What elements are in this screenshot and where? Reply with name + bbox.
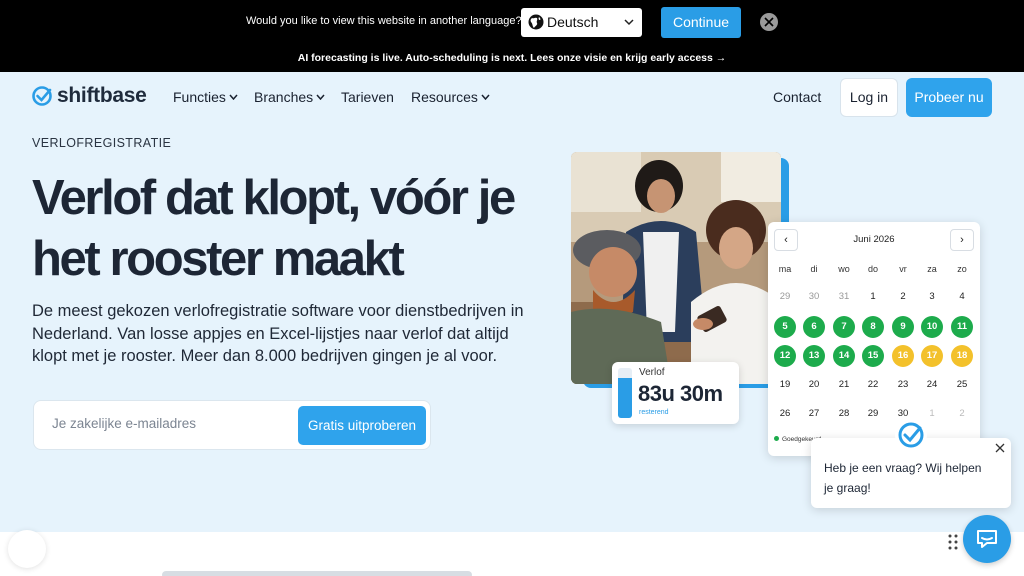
chat-icon [977, 530, 997, 548]
nav-resources[interactable]: Resources [411, 89, 490, 105]
hero-subtitle: De meest gekozen verlofregistratie softw… [32, 302, 524, 365]
leave-progress-fill [618, 378, 632, 418]
calendar-day[interactable]: 2 [892, 286, 914, 308]
calendar-day[interactable]: 4 [951, 286, 973, 308]
nav-tarieven[interactable]: Tarieven [341, 89, 394, 105]
next-section [0, 532, 1024, 576]
nav-branches-label: Branches [254, 89, 314, 105]
hero-title: Verlof dat klopt, vóór je het rooster ma… [32, 171, 516, 286]
team-photo [571, 152, 781, 384]
logo-text: shiftbase [57, 84, 147, 107]
calendar-day[interactable]: 9 [892, 316, 914, 338]
selected-language: Deutsch [547, 14, 599, 30]
calendar-day[interactable]: 26 [774, 403, 796, 425]
nav-resources-label: Resources [411, 89, 478, 105]
calendar-weekday-za: za [927, 264, 937, 274]
calendar-day[interactable]: 20 [803, 374, 825, 396]
calendar-weekday-di: di [810, 264, 818, 274]
calendar-day[interactable]: 17 [921, 345, 943, 367]
close-icon [764, 17, 774, 27]
calendar-day[interactable]: 3 [921, 286, 943, 308]
calendar-day[interactable]: 11 [951, 316, 973, 338]
calendar-day[interactable]: 7 [833, 316, 855, 338]
calendar-next-button[interactable]: › [950, 229, 974, 251]
close-chat-icon[interactable] [995, 443, 1005, 453]
announcement-link[interactable]: AI forecasting is live. Auto-scheduling … [0, 44, 1024, 72]
calendar-day[interactable]: 23 [892, 374, 914, 396]
drag-handle-icon[interactable] [948, 534, 958, 550]
calendar-day[interactable]: 12 [774, 345, 796, 367]
chat-message: Heb je een vraag? Wij helpen je graag! [824, 461, 982, 495]
chat-launcher-button[interactable] [963, 515, 1011, 563]
try-now-button[interactable]: Probeer nu [906, 78, 992, 117]
calendar-weekday-vr: vr [899, 264, 907, 274]
calendar-day[interactable]: 21 [833, 374, 855, 396]
calendar-day[interactable]: 28 [833, 403, 855, 425]
calendar-day[interactable]: 18 [951, 345, 973, 367]
globe-icon [528, 14, 544, 30]
calendar-weekday-wo: wo [838, 264, 850, 274]
calendar-month: Juni 2026 [853, 234, 895, 245]
leave-balance-card: Verlof 83u 30m resterend [612, 362, 739, 424]
calendar-day[interactable]: 14 [833, 345, 855, 367]
chevron-down-icon [316, 94, 325, 100]
close-language-bar-button[interactable] [760, 13, 778, 31]
language-select[interactable]: Deutsch [521, 8, 642, 37]
calendar-day[interactable]: 15 [862, 345, 884, 367]
logo-check-icon [896, 420, 926, 450]
calendar-weekday-ma: ma [778, 264, 792, 274]
nav-branches[interactable]: Branches [254, 89, 325, 105]
chevron-down-icon [481, 94, 490, 100]
next-section-card [162, 571, 472, 576]
approved-dot-icon [774, 436, 779, 441]
calendar-weekday-zo: zo [957, 264, 967, 274]
language-bar: Would you like to view this website in a… [0, 0, 1024, 44]
calendar-day[interactable]: 8 [862, 316, 884, 338]
chat-avatar [895, 419, 927, 451]
calendar-day[interactable]: 25 [951, 374, 973, 396]
hero-eyebrow: VERLOFREGISTRATIE [32, 136, 172, 150]
contact-link[interactable]: Contact [773, 89, 821, 105]
leave-progress-bar [618, 368, 632, 418]
leave-remaining-label: resterend [639, 409, 669, 416]
leave-value: 83u 30m [638, 381, 723, 406]
logo-check-icon [32, 86, 52, 106]
calendar-day[interactable]: 27 [803, 403, 825, 425]
calendar-day[interactable]: 5 [774, 316, 796, 338]
continue-button[interactable]: Continue [661, 7, 741, 38]
language-question: Would you like to view this website in a… [246, 15, 522, 27]
calendar-day[interactable]: 10 [921, 316, 943, 338]
calendar-day[interactable]: 29 [862, 403, 884, 425]
chevron-down-icon [229, 94, 238, 100]
calendar-day[interactable]: 16 [892, 345, 914, 367]
calendar-day[interactable]: 6 [803, 316, 825, 338]
calendar-day[interactable]: 2 [951, 403, 973, 425]
free-trial-button[interactable]: Gratis uitproberen [298, 406, 426, 445]
accessibility-button[interactable] [8, 530, 46, 568]
nav-functies[interactable]: Functies [173, 89, 238, 105]
signup-form: Gratis uitproberen [33, 400, 431, 450]
calendar-day[interactable]: 1 [862, 286, 884, 308]
calendar-day[interactable]: 22 [862, 374, 884, 396]
calendar-day[interactable]: 13 [803, 345, 825, 367]
calendar-day[interactable]: 24 [921, 374, 943, 396]
calendar-day[interactable]: 31 [833, 286, 855, 308]
calendar-day[interactable]: 29 [774, 286, 796, 308]
leave-label: Verlof [639, 367, 665, 378]
calendar-widget: ‹ Juni 2026 › Goedgekeurd ma di wo do vr za zo… [768, 222, 980, 456]
calendar-weekday-do: do [867, 264, 878, 274]
email-input[interactable] [52, 416, 282, 431]
nav-functies-label: Functies [173, 89, 226, 105]
calendar-day[interactable]: 30 [803, 286, 825, 308]
nav-tarieven-label: Tarieven [341, 89, 394, 105]
calendar-day[interactable]: 19 [774, 374, 796, 396]
login-button[interactable]: Log in [840, 78, 898, 117]
chevron-down-icon [624, 19, 634, 26]
